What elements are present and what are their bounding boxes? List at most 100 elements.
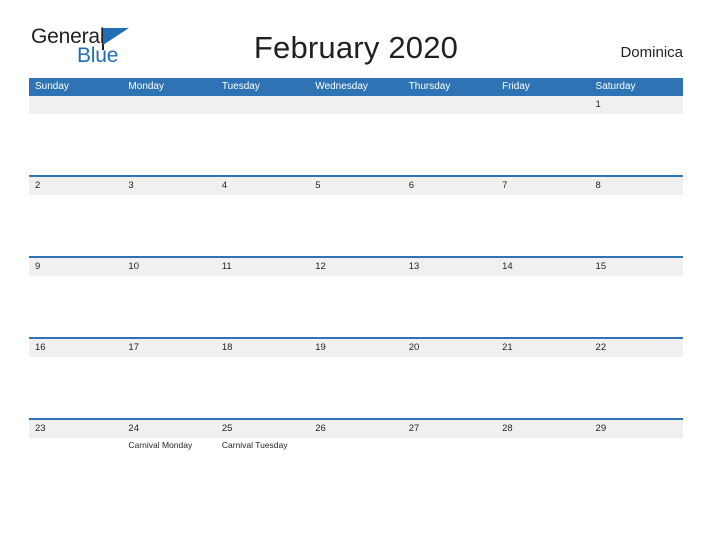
day-cell[interactable]: 27 — [403, 420, 496, 501]
day-number — [315, 96, 402, 114]
calendar-week-row: 16 17 18 19 20 21 22 — [29, 339, 683, 420]
day-events — [596, 438, 683, 440]
calendar-weeks: 1 2 3 4 5 6 7 8 9 10 11 12 13 14 15 16 17 18 19 20 21 22 23 24 C… — [29, 96, 683, 501]
week-row-cells: 16 17 18 19 20 21 22 — [29, 339, 683, 418]
day-cell[interactable]: 4 — [216, 177, 309, 256]
day-events — [409, 195, 496, 197]
day-cell[interactable]: 7 — [496, 177, 589, 256]
day-events — [315, 276, 402, 278]
day-number: 22 — [595, 342, 607, 353]
day-number: 29 — [595, 423, 607, 434]
day-number: 15 — [595, 261, 607, 272]
day-number: 13 — [408, 261, 420, 272]
calendar-week-row: 9 10 11 12 13 14 15 — [29, 258, 683, 339]
day-events — [128, 195, 215, 197]
week-row-cells: 2 3 4 5 6 7 8 — [29, 177, 683, 256]
day-cell[interactable]: 3 — [122, 177, 215, 256]
day-number: 23 — [35, 423, 46, 434]
day-events — [222, 195, 309, 197]
weekday-header-sunday: Sunday — [35, 81, 69, 92]
day-number: 3 — [128, 180, 134, 191]
calendar-week-row: 1 — [29, 96, 683, 177]
day-number: 5 — [315, 180, 321, 191]
day-cell[interactable]: 10 — [122, 258, 215, 337]
day-number: 10 — [128, 261, 139, 272]
day-events — [315, 195, 402, 197]
weekday-header-friday: Friday — [502, 81, 530, 92]
day-events — [35, 438, 122, 440]
day-events — [409, 357, 496, 359]
day-cell[interactable]: 24 Carnival Monday — [122, 420, 215, 501]
day-cell[interactable]: 28 — [496, 420, 589, 501]
weekday-header-wednesday: Wednesday — [315, 81, 368, 92]
day-cell[interactable]: 17 — [122, 339, 215, 418]
weekday-header-tuesday: Tuesday — [221, 81, 260, 92]
day-events — [128, 114, 215, 116]
day-cell[interactable]: 15 — [590, 258, 683, 337]
day-number: 28 — [502, 423, 513, 434]
day-cell[interactable]: 11 — [216, 258, 309, 337]
day-cell-empty — [122, 96, 215, 175]
day-cell[interactable]: 2 — [29, 177, 122, 256]
day-cell[interactable]: 19 — [309, 339, 402, 418]
day-number: 27 — [408, 423, 420, 434]
day-events — [128, 357, 215, 359]
week-row-cells: 23 24 Carnival Monday 25 Carnival Tuesday 26 2… — [29, 420, 683, 501]
day-cell[interactable]: 6 — [403, 177, 496, 256]
weekday-header-thursday: Thursday — [408, 81, 451, 92]
day-events — [502, 195, 589, 197]
day-cell-empty — [216, 96, 309, 175]
day-cell[interactable]: 5 — [309, 177, 402, 256]
region-label: Dominica — [620, 44, 683, 61]
day-cell[interactable]: 22 — [590, 339, 683, 418]
day-events — [596, 276, 683, 278]
day-events — [409, 114, 496, 116]
day-cell[interactable]: 9 — [29, 258, 122, 337]
day-cell[interactable]: 16 — [29, 339, 122, 418]
day-events — [35, 114, 122, 116]
day-events — [502, 114, 589, 116]
weekday-header-monday: Monday — [128, 81, 164, 92]
day-events — [409, 438, 496, 440]
day-event-label: Carnival Monday — [128, 440, 193, 450]
day-events — [315, 357, 402, 359]
day-cell[interactable]: 18 — [216, 339, 309, 418]
day-cell[interactable]: 13 — [403, 258, 496, 337]
day-events — [35, 276, 122, 278]
day-cell[interactable]: 21 — [496, 339, 589, 418]
day-cell[interactable]: 8 — [590, 177, 683, 256]
day-cell[interactable]: 1 — [590, 96, 683, 175]
day-number: 18 — [221, 342, 233, 353]
day-events — [315, 114, 402, 116]
day-events — [502, 276, 589, 278]
day-event-label: Carnival Tuesday — [221, 440, 288, 450]
page-header: General Blue February 2020 Dominica — [0, 0, 712, 78]
day-events — [35, 357, 122, 359]
day-events — [596, 357, 683, 359]
day-number: 25 — [221, 423, 233, 434]
calendar-week-row: 23 24 Carnival Monday 25 Carnival Tuesday 26 2… — [29, 420, 683, 501]
day-events — [222, 114, 309, 116]
day-number: 2 — [35, 180, 41, 191]
day-number: 6 — [408, 180, 414, 191]
day-cell[interactable]: 29 — [590, 420, 683, 501]
day-events — [315, 438, 402, 440]
day-number: 16 — [35, 342, 46, 353]
calendar-table: Sunday Monday Tuesday Wednesday Thursday… — [29, 78, 683, 501]
day-cell[interactable]: 26 — [309, 420, 402, 501]
day-cell[interactable]: 23 — [29, 420, 122, 501]
day-number: 19 — [315, 342, 326, 353]
day-cell[interactable]: 14 — [496, 258, 589, 337]
day-cell[interactable]: 25 Carnival Tuesday — [216, 420, 309, 501]
week-row-cells: 1 — [29, 96, 683, 175]
day-number — [222, 96, 309, 114]
day-number: 9 — [35, 261, 41, 272]
day-events — [128, 276, 215, 278]
day-number: 4 — [221, 180, 228, 191]
day-events — [222, 357, 309, 359]
day-cell[interactable]: 12 — [309, 258, 402, 337]
day-number: 26 — [315, 423, 326, 434]
calendar-week-row: 2 3 4 5 6 7 8 — [29, 177, 683, 258]
day-cell[interactable]: 20 — [403, 339, 496, 418]
day-number: 20 — [408, 342, 420, 353]
